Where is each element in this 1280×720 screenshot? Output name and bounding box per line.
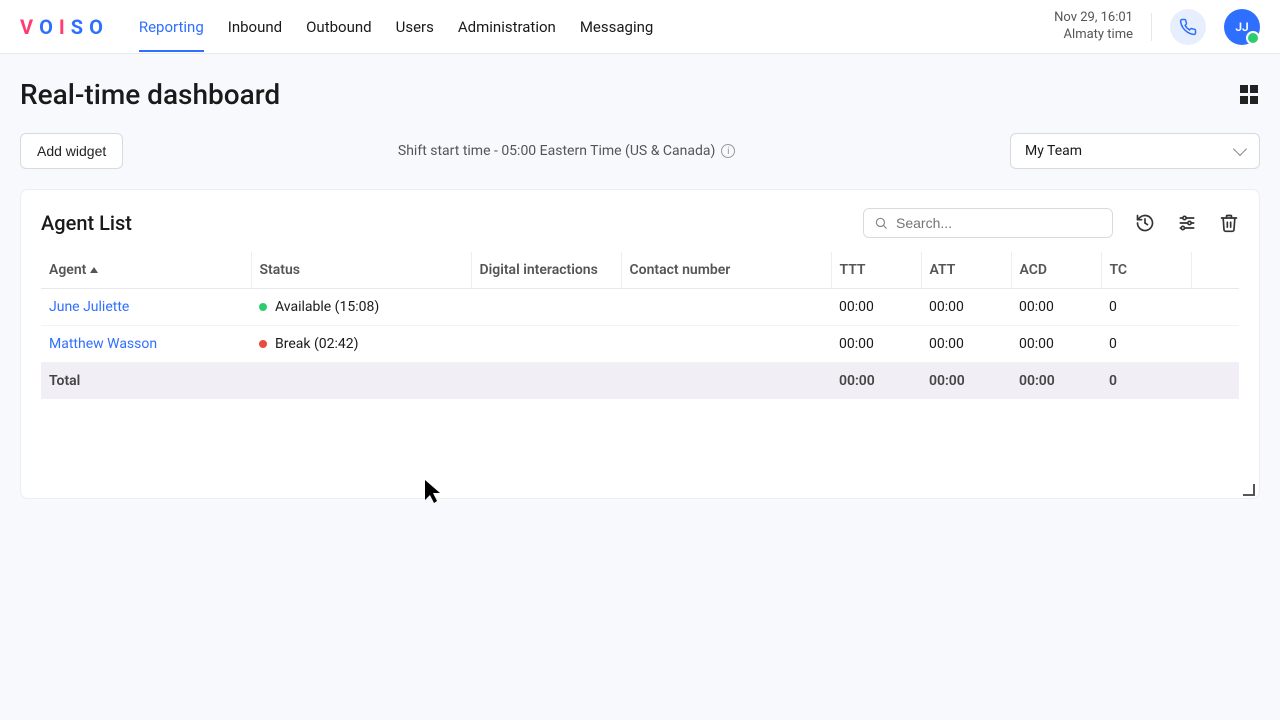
widget-header: Agent List (41, 208, 1239, 238)
page-title-row: Real-time dashboard (20, 78, 1260, 111)
sort-asc-icon (90, 267, 98, 273)
search-input-wrap[interactable] (863, 208, 1113, 238)
divider (1151, 13, 1152, 41)
cell-acd: 00:00 (1011, 289, 1101, 326)
status-dot-icon (259, 340, 267, 348)
agent-table-body: June Juliette Available (15:08) 00:00 00… (41, 289, 1239, 400)
status-dot-icon (259, 303, 267, 311)
agent-link[interactable]: Matthew Wasson (49, 336, 157, 352)
timezone-text: Almaty time (1054, 27, 1133, 44)
total-att: 00:00 (921, 363, 1011, 400)
add-widget-button[interactable]: Add widget (20, 133, 123, 169)
table-row-total: Total 00:00 00:00 00:00 0 (41, 363, 1239, 400)
phone-icon (1179, 18, 1197, 36)
widget-actions (863, 208, 1239, 238)
team-select-value: My Team (1025, 143, 1082, 159)
status-cell: Available (15:08) (259, 299, 463, 315)
cell-digital (471, 289, 621, 326)
nav-inbound[interactable]: Inbound (228, 2, 282, 52)
col-att[interactable]: ATT (921, 252, 1011, 289)
cell-ttt: 00:00 (831, 289, 921, 326)
col-ttt[interactable]: TTT (831, 252, 921, 289)
layout-grid-icon[interactable] (1240, 85, 1260, 105)
cell-tc: 0 (1101, 326, 1191, 363)
nav-administration[interactable]: Administration (458, 2, 556, 52)
agent-list-widget: Agent List (20, 189, 1260, 499)
toolbar: Add widget Shift start time - 05:00 East… (20, 133, 1260, 169)
col-contact[interactable]: Contact number (621, 252, 831, 289)
dialer-button[interactable] (1170, 9, 1206, 45)
page: Real-time dashboard Add widget Shift sta… (0, 54, 1280, 499)
col-spacer (1191, 252, 1239, 289)
cell-contact (621, 326, 831, 363)
total-acd: 00:00 (1011, 363, 1101, 400)
status-cell: Break (02:42) (259, 336, 463, 352)
history-button[interactable] (1135, 213, 1155, 233)
avatar[interactable]: JJ (1224, 9, 1260, 45)
search-icon (874, 216, 888, 230)
widget-title: Agent List (41, 211, 132, 235)
team-select[interactable]: My Team (1010, 133, 1260, 169)
agent-link[interactable]: June Juliette (49, 299, 129, 315)
col-status[interactable]: Status (251, 252, 471, 289)
cell-att: 00:00 (921, 289, 1011, 326)
cell-contact (621, 289, 831, 326)
settings-button[interactable] (1177, 213, 1197, 233)
col-digital[interactable]: Digital interactions (471, 252, 621, 289)
nav-users[interactable]: Users (396, 2, 434, 52)
shift-info-text: Shift start time - 05:00 Eastern Time (U… (398, 143, 715, 159)
nav-messaging[interactable]: Messaging (580, 2, 653, 52)
total-ttt: 00:00 (831, 363, 921, 400)
cell-digital (471, 326, 621, 363)
table-row[interactable]: June Juliette Available (15:08) 00:00 00… (41, 289, 1239, 326)
trash-icon (1219, 213, 1239, 233)
cell-acd: 00:00 (1011, 326, 1101, 363)
status-text: Available (15:08) (275, 299, 379, 315)
page-title: Real-time dashboard (20, 78, 280, 111)
chevron-down-icon (1233, 142, 1247, 156)
delete-button[interactable] (1219, 213, 1239, 233)
status-text: Break (02:42) (275, 336, 358, 352)
total-label: Total (41, 363, 251, 400)
nav-reporting[interactable]: Reporting (139, 2, 204, 52)
avatar-initials: JJ (1235, 20, 1248, 34)
col-tc[interactable]: TC (1101, 252, 1191, 289)
main-nav: Reporting Inbound Outbound Users Adminis… (139, 2, 1054, 52)
logo: VOISO (20, 15, 109, 39)
col-agent[interactable]: Agent (41, 252, 251, 289)
cell-tc: 0 (1101, 289, 1191, 326)
col-acd[interactable]: ACD (1011, 252, 1101, 289)
datetime: Nov 29, 16:01 Almaty time (1054, 10, 1133, 44)
nav-outbound[interactable]: Outbound (306, 2, 372, 52)
total-tc: 0 (1101, 363, 1191, 400)
agent-table: Agent Status Digital interactions Contac… (41, 252, 1239, 399)
sliders-icon (1177, 213, 1197, 233)
history-icon (1135, 213, 1155, 233)
search-input[interactable] (896, 215, 1102, 231)
table-row[interactable]: Matthew Wasson Break (02:42) 00:00 00:00… (41, 326, 1239, 363)
header-right: Nov 29, 16:01 Almaty time JJ (1054, 9, 1260, 45)
resize-handle[interactable] (1243, 484, 1255, 496)
date-text: Nov 29, 16:01 (1054, 10, 1133, 27)
shift-info: Shift start time - 05:00 Eastern Time (U… (139, 143, 994, 159)
cell-att: 00:00 (921, 326, 1011, 363)
topbar: VOISO Reporting Inbound Outbound Users A… (0, 0, 1280, 54)
info-icon[interactable]: i (721, 144, 735, 158)
cell-ttt: 00:00 (831, 326, 921, 363)
